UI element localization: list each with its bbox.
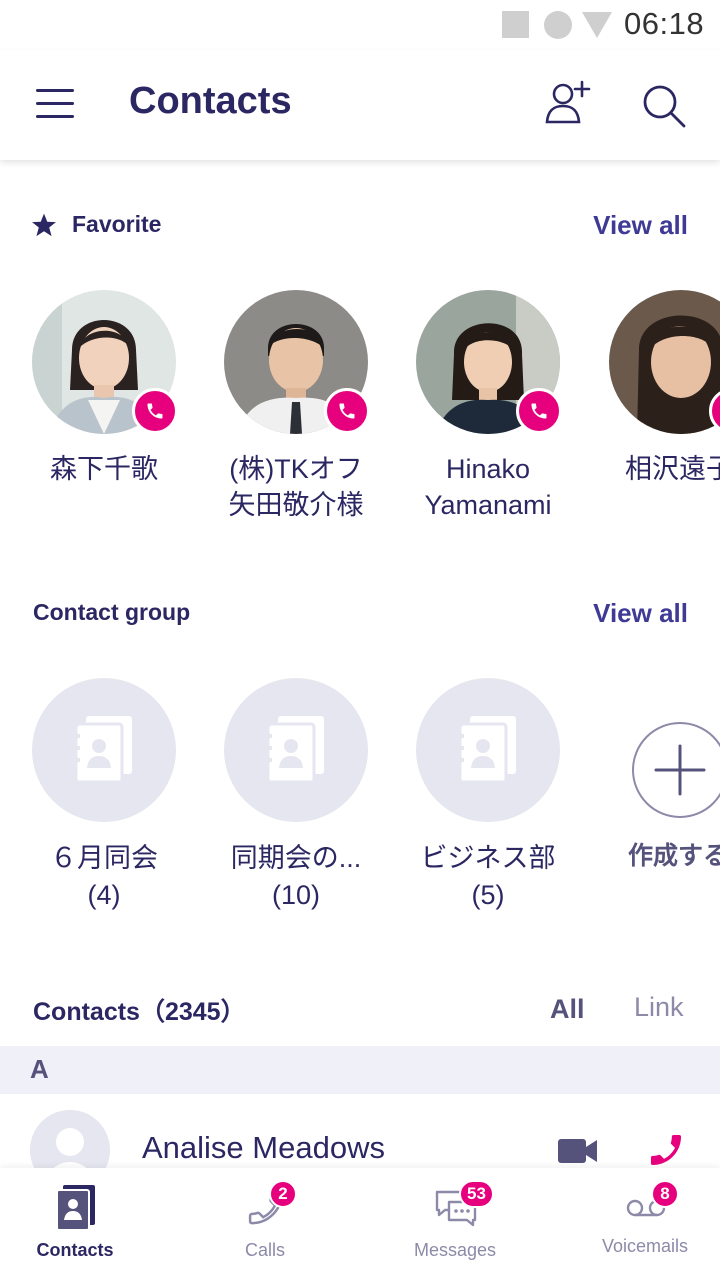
contact-list-item[interactable]: Analise Meadows — [0, 1094, 720, 1190]
nav-label: Contacts — [36, 1240, 114, 1260]
favorite-contact[interactable]: 相沢遠子 — [585, 290, 720, 487]
nav-voicemails[interactable]: 8 Voicemails — [555, 1168, 720, 1280]
page-title: Contacts — [129, 80, 292, 122]
contacts-section-title: Contacts（2345） — [33, 998, 246, 1026]
phone-call-icon[interactable] — [646, 1130, 686, 1170]
nav-calls[interactable]: 2 Calls — [175, 1168, 355, 1280]
notification-square-icon — [502, 11, 529, 38]
avatar — [416, 290, 562, 434]
contact-group[interactable]: ６月同会 (4) — [9, 678, 199, 914]
contact-group[interactable]: ビジネス部 (5) — [393, 678, 583, 914]
avatar — [32, 290, 178, 434]
app-bar: Contacts — [0, 50, 720, 160]
status-bar: 06:18 — [0, 0, 720, 50]
group-count: (4) — [87, 880, 121, 910]
nav-label: Voicemails — [601, 1236, 689, 1256]
create-group-button[interactable] — [632, 722, 720, 818]
favorite-name: 相沢遠子 — [625, 454, 720, 484]
phone-badge-icon — [516, 388, 562, 434]
create-group-label[interactable]: 作成する — [628, 836, 720, 872]
voicemails-badge: 8 — [651, 1180, 679, 1208]
favorite-section-title: Favorite — [72, 211, 162, 237]
favorite-name: Hinako Yamanami — [424, 454, 552, 520]
contact-group[interactable]: 同期会の... (10) — [201, 678, 391, 914]
notification-circle-icon — [544, 11, 572, 39]
group-name: 同期会の... — [230, 843, 362, 873]
avatar — [224, 290, 370, 434]
favorite-contact[interactable]: Hinako Yamanami — [393, 290, 583, 523]
group-view-all-link[interactable]: View all — [593, 598, 688, 629]
menu-icon[interactable] — [36, 87, 76, 121]
group-name: ビジネス部 — [420, 843, 556, 873]
contact-group-section-title: Contact group — [33, 599, 191, 625]
group-count: (5) — [471, 880, 505, 910]
nav-label: Calls — [244, 1240, 285, 1260]
nav-label: Messages — [413, 1240, 497, 1260]
group-name: ６月同会 — [50, 843, 158, 873]
contact-name: Analise Meadows — [142, 1130, 385, 1165]
filter-link-tab[interactable]: Link — [634, 992, 684, 1023]
nav-messages[interactable]: 53 Messages — [365, 1168, 545, 1280]
nav-contacts[interactable]: Contacts — [0, 1168, 165, 1280]
group-count: (10) — [271, 880, 320, 910]
star-icon — [32, 213, 56, 237]
messages-badge: 53 — [459, 1180, 494, 1208]
avatar — [609, 290, 720, 434]
favorite-name: 森下千歌 — [50, 454, 158, 484]
video-call-icon[interactable] — [558, 1137, 598, 1165]
favorite-view-all-link[interactable]: View all — [593, 210, 688, 241]
contacts-book-icon — [56, 1185, 95, 1230]
phone-badge-icon — [324, 388, 370, 434]
add-contact-icon[interactable] — [542, 78, 592, 128]
search-icon[interactable] — [640, 82, 688, 130]
group-book-icon — [224, 678, 368, 822]
favorite-contact[interactable]: (株)TKオフ 矢田敬介様 — [201, 290, 391, 523]
favorite-contact[interactable]: 森下千歌 — [9, 290, 199, 487]
signal-icon — [582, 12, 612, 38]
phone-badge-icon — [132, 388, 178, 434]
group-book-icon — [32, 678, 176, 822]
plus-icon — [654, 744, 706, 796]
group-book-icon — [416, 678, 560, 822]
status-time: 06:18 — [624, 6, 705, 41]
calls-badge: 2 — [269, 1180, 297, 1208]
filter-all-tab[interactable]: All — [550, 994, 585, 1025]
favorite-name: (株)TKオフ 矢田敬介様 — [228, 454, 364, 520]
bottom-navigation: Contacts 2 Calls 53 Messages 8 Voicemail… — [0, 1168, 720, 1280]
section-letter: A — [30, 1054, 49, 1084]
alphabet-section-header: A — [0, 1046, 720, 1094]
